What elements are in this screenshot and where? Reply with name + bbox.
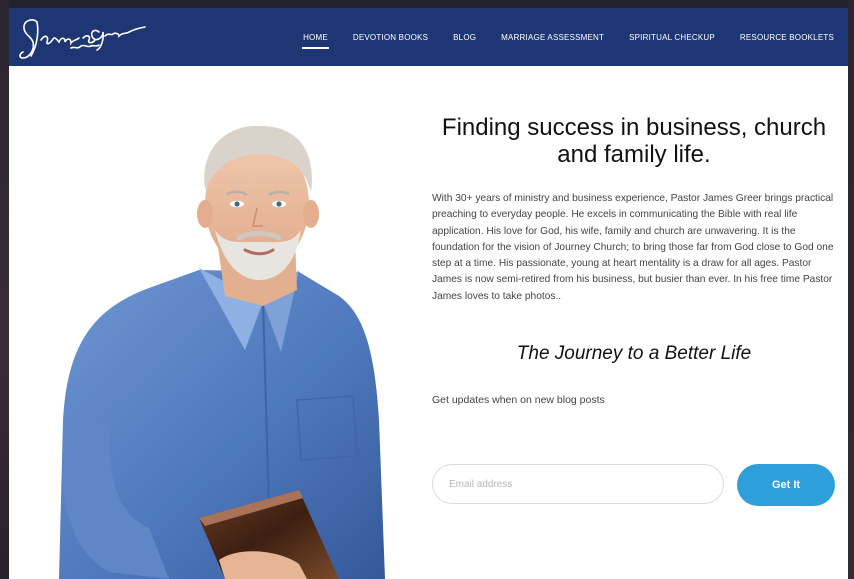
nav-blog[interactable]: BLOG	[453, 33, 476, 42]
subscribe-prompt: Get updates when on new blog posts	[432, 394, 605, 406]
window-frame-right	[848, 0, 854, 579]
nav-home[interactable]: HOME	[302, 33, 329, 49]
window-frame-left	[0, 0, 9, 579]
bio-paragraph: With 30+ years of ministry and business …	[432, 193, 834, 302]
nav-resource-booklets[interactable]: RESOURCE BOOKLETS	[740, 33, 834, 42]
main-nav: HOME DEVOTION BOOKS BLOG MARRIAGE ASSESS…	[278, 8, 834, 66]
signature-icon	[19, 19, 146, 59]
nav-devotion-books[interactable]: DEVOTION BOOKS	[353, 33, 428, 42]
nav-marriage-assessment[interactable]: MARRIAGE ASSESSMENT	[501, 33, 604, 42]
email-input[interactable]	[432, 464, 724, 504]
hero-headline: Finding success in business, church and …	[441, 114, 827, 168]
site-header: HOME DEVOTION BOOKS BLOG MARRIAGE ASSESS…	[9, 8, 848, 66]
get-it-button[interactable]: Get It	[737, 464, 835, 506]
signature-logo[interactable]	[15, 12, 155, 64]
window-frame-top	[0, 0, 854, 8]
pastor-portrait	[59, 125, 385, 579]
nav-spiritual-checkup[interactable]: SPIRITUAL CHECKUP	[629, 33, 715, 42]
page: HOME DEVOTION BOOKS BLOG MARRIAGE ASSESS…	[9, 8, 848, 579]
tagline: The Journey to a Better Life	[516, 343, 752, 364]
